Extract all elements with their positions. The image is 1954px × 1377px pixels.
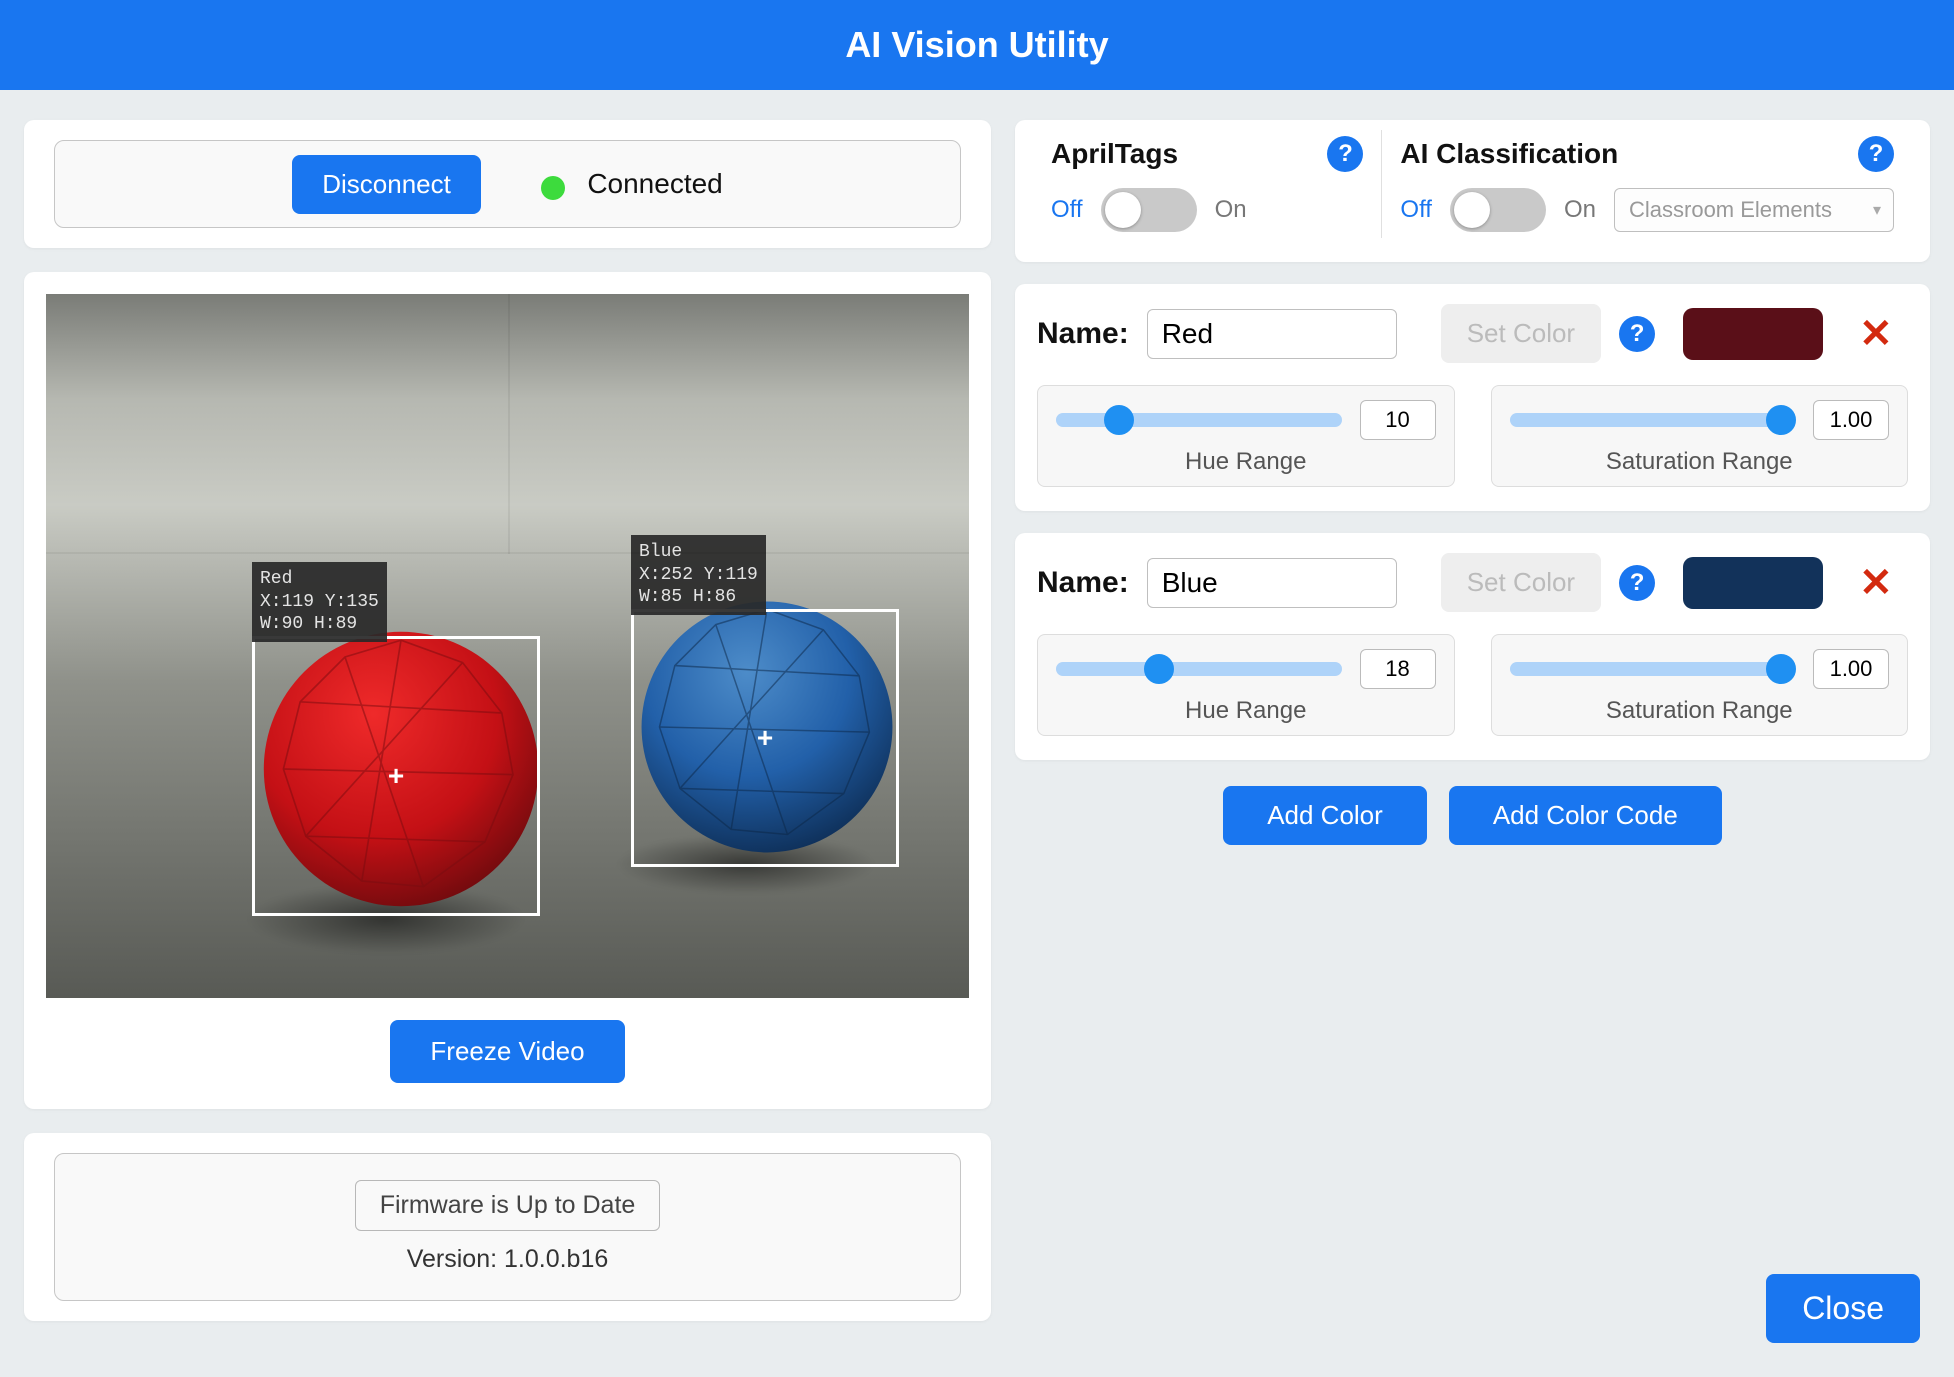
disconnect-button[interactable]: Disconnect bbox=[292, 155, 481, 214]
delete-icon[interactable]: ✕ bbox=[1859, 560, 1893, 606]
video-panel: + Red X:119 Y:135 W:90 H:89 + Blue X:252… bbox=[24, 272, 991, 1109]
color-swatch[interactable] bbox=[1683, 308, 1823, 360]
color-card-blue: Name: Set Color ? ✕ Hue Range bbox=[1015, 533, 1930, 760]
detection-label-red: Red X:119 Y:135 W:90 H:89 bbox=[252, 562, 387, 642]
apriltags-toggle[interactable] bbox=[1101, 188, 1197, 232]
detection-label-blue: Blue X:252 Y:119 W:85 H:86 bbox=[631, 535, 766, 615]
add-color-code-button[interactable]: Add Color Code bbox=[1449, 786, 1722, 845]
saturation-value-input[interactable] bbox=[1813, 649, 1889, 689]
ai-toggle[interactable] bbox=[1450, 188, 1546, 232]
hue-slider-box: Hue Range bbox=[1037, 634, 1455, 736]
name-label: Name: bbox=[1037, 317, 1129, 351]
connection-panel: Disconnect Connected bbox=[24, 120, 991, 248]
help-icon[interactable]: ? bbox=[1619, 565, 1655, 601]
saturation-slider[interactable] bbox=[1510, 413, 1796, 427]
apriltags-off-label: Off bbox=[1051, 196, 1083, 224]
apriltags-title: AprilTags bbox=[1051, 138, 1178, 170]
hue-slider[interactable] bbox=[1056, 413, 1342, 427]
firmware-panel: Firmware is Up to Date Version: 1.0.0.b1… bbox=[24, 1133, 991, 1321]
hue-slider-box: Hue Range bbox=[1037, 385, 1455, 487]
connection-inner: Disconnect Connected bbox=[54, 140, 961, 228]
freeze-video-button[interactable]: Freeze Video bbox=[390, 1020, 624, 1083]
firmware-version: Version: 1.0.0.b16 bbox=[407, 1245, 609, 1274]
toggles-panel: AprilTags ? Off On AI Classification ? O… bbox=[1015, 120, 1930, 262]
add-color-button[interactable]: Add Color bbox=[1223, 786, 1427, 845]
firmware-status-button[interactable]: Firmware is Up to Date bbox=[355, 1180, 661, 1231]
color-name-input[interactable] bbox=[1147, 309, 1397, 359]
saturation-slider-box: Saturation Range bbox=[1491, 634, 1909, 736]
ai-model-select[interactable]: Classroom Elements ▾ bbox=[1614, 188, 1894, 232]
crosshair-icon: + bbox=[757, 722, 773, 754]
set-color-button[interactable]: Set Color bbox=[1441, 553, 1601, 612]
close-button[interactable]: Close bbox=[1766, 1274, 1920, 1343]
saturation-slider-box: Saturation Range bbox=[1491, 385, 1909, 487]
add-buttons-row: Add Color Add Color Code bbox=[1015, 786, 1930, 845]
ai-classification-block: AI Classification ? Off On Classroom Ele… bbox=[1382, 130, 1912, 238]
color-card-red: Name: Set Color ? ✕ Hue Range bbox=[1015, 284, 1930, 511]
hue-value-input[interactable] bbox=[1360, 649, 1436, 689]
saturation-slider[interactable] bbox=[1510, 662, 1796, 676]
saturation-caption: Saturation Range bbox=[1510, 448, 1890, 476]
app-title: AI Vision Utility bbox=[845, 24, 1108, 66]
apriltags-on-label: On bbox=[1215, 196, 1247, 224]
chevron-down-icon: ▾ bbox=[1873, 200, 1881, 220]
help-icon[interactable]: ? bbox=[1327, 136, 1363, 172]
ai-title: AI Classification bbox=[1400, 138, 1618, 170]
set-color-button[interactable]: Set Color bbox=[1441, 304, 1601, 363]
color-swatch[interactable] bbox=[1683, 557, 1823, 609]
video-feed[interactable]: + Red X:119 Y:135 W:90 H:89 + Blue X:252… bbox=[46, 294, 969, 998]
hue-caption: Hue Range bbox=[1056, 697, 1436, 725]
ai-off-label: Off bbox=[1400, 196, 1432, 224]
name-label: Name: bbox=[1037, 566, 1129, 600]
status-dot-icon bbox=[541, 176, 565, 200]
help-icon[interactable]: ? bbox=[1619, 316, 1655, 352]
color-name-input[interactable] bbox=[1147, 558, 1397, 608]
connection-status: Connected bbox=[541, 168, 723, 201]
help-icon[interactable]: ? bbox=[1858, 136, 1894, 172]
delete-icon[interactable]: ✕ bbox=[1859, 311, 1893, 357]
apriltags-block: AprilTags ? Off On bbox=[1033, 130, 1382, 238]
hue-caption: Hue Range bbox=[1056, 448, 1436, 476]
saturation-caption: Saturation Range bbox=[1510, 697, 1890, 725]
crosshair-icon: + bbox=[388, 760, 404, 792]
saturation-value-input[interactable] bbox=[1813, 400, 1889, 440]
ai-model-value: Classroom Elements bbox=[1629, 197, 1832, 222]
status-label: Connected bbox=[587, 168, 722, 199]
hue-value-input[interactable] bbox=[1360, 400, 1436, 440]
hue-slider[interactable] bbox=[1056, 662, 1342, 676]
ai-on-label: On bbox=[1564, 196, 1596, 224]
title-bar: AI Vision Utility bbox=[0, 0, 1954, 90]
